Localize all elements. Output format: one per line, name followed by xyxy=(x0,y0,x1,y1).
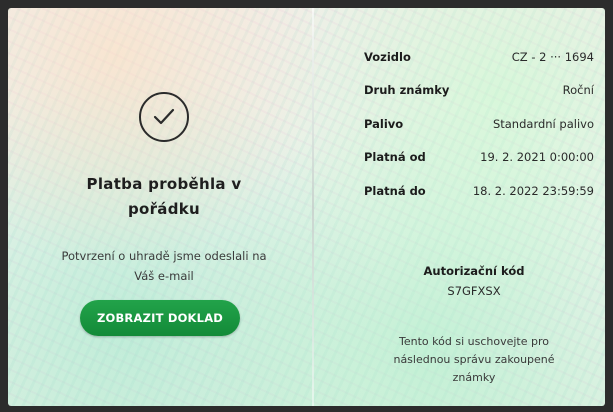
info-value: Roční xyxy=(562,83,594,98)
info-row-valid-to: Platná do 18. 2. 2022 23:59:59 xyxy=(364,174,594,208)
auth-code-value: S7GFXSX xyxy=(447,284,501,298)
info-row-valid-from: Platná od 19. 2. 2021 0:00:00 xyxy=(364,141,594,175)
show-receipt-button[interactable]: ZOBRAZIT DOKLAD xyxy=(80,300,240,336)
info-label: Vozidlo xyxy=(364,49,411,64)
info-value: 18. 2. 2022 23:59:59 xyxy=(472,183,594,198)
checkmark-icon xyxy=(153,108,175,125)
info-label: Druh známky xyxy=(364,83,450,98)
info-label: Platná od xyxy=(364,150,426,165)
check-circle-icon xyxy=(139,92,189,142)
info-value: 19. 2. 2021 0:00:00 xyxy=(480,150,594,165)
info-row-vehicle: Vozidlo CZ - 2 ··· 1694 xyxy=(364,40,594,74)
vignette-info-table: Vozidlo CZ - 2 ··· 1694 Druh známky Ročn… xyxy=(364,40,594,208)
auth-code-label: Autorizační kód xyxy=(423,264,525,278)
email-confirmation-text: Potvrzení o uhradě jsme odeslali na Váš … xyxy=(61,249,267,283)
info-label: Palivo xyxy=(364,116,404,131)
vignette-details-panel: Vozidlo CZ - 2 ··· 1694 Druh známky Ročn… xyxy=(314,8,605,406)
payment-confirmation-screen: Platba proběhla v pořádku Potvrzení o uh… xyxy=(8,8,605,406)
payment-status-panel: Platba proběhla v pořádku Potvrzení o uh… xyxy=(8,8,312,406)
info-label: Platná do xyxy=(364,183,426,198)
info-value: CZ - 2 ··· 1694 xyxy=(511,49,594,64)
info-value: Standardní palivo xyxy=(492,116,594,131)
payment-status-title: Platba proběhla v pořádku xyxy=(86,175,242,218)
auth-code-note: Tento kód si uschovejte pro následnou sp… xyxy=(393,335,555,384)
info-row-vignette-type: Druh známky Roční xyxy=(364,74,594,108)
info-row-fuel: Palivo Standardní palivo xyxy=(364,107,594,141)
